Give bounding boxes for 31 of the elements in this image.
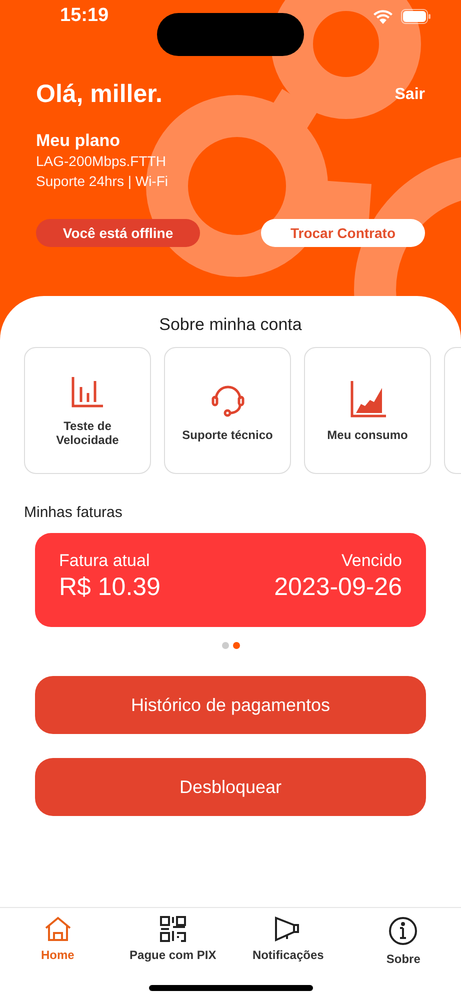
action-button[interactable]: Histórico de pagamentos bbox=[35, 676, 426, 734]
home-icon bbox=[44, 916, 71, 942]
page-dot[interactable] bbox=[222, 642, 228, 649]
qr-code-icon bbox=[160, 916, 186, 942]
section-title: Minhas faturas bbox=[24, 504, 124, 521]
status-time: 15:19 bbox=[60, 5, 109, 27]
invoice-card[interactable]: Fatura atual R$ 10.39 Vencido 2023-09-26 bbox=[35, 533, 426, 627]
action-button[interactable]: Desbloquear bbox=[35, 758, 426, 816]
invoice-label: Fatura atual bbox=[59, 551, 151, 571]
switch-contract-button[interactable]: Trocar Contrato bbox=[261, 219, 425, 247]
shortcut-tile[interactable]: Teste de Velocidade bbox=[24, 347, 151, 474]
area-chart-icon bbox=[350, 380, 386, 418]
offline-badge: Você está offline bbox=[36, 219, 200, 247]
tab-item[interactable]: Sobre bbox=[348, 916, 458, 1000]
invoice-date: 2023-09-26 bbox=[274, 573, 402, 602]
invoice-status: Vencido bbox=[340, 551, 402, 571]
tab-item[interactable]: Pague com PIX bbox=[118, 916, 228, 1000]
shortcut-tile[interactable]: Suporte técnico bbox=[164, 347, 291, 474]
greeting: Olá, miller. bbox=[36, 80, 162, 109]
info-icon bbox=[388, 916, 418, 946]
shortcut-tile[interactable]: Meu consumo bbox=[304, 347, 431, 474]
plan-detail: Suporte 24hrs | Wi-Fi bbox=[36, 172, 170, 191]
page-dot[interactable] bbox=[232, 642, 240, 649]
bar-chart-icon bbox=[70, 374, 104, 408]
wifi-icon bbox=[373, 8, 393, 24]
battery-icon bbox=[401, 8, 431, 24]
tab-item[interactable]: Notificações bbox=[233, 916, 344, 1000]
plan-detail: LAG-200Mbps.FTTH bbox=[36, 152, 167, 171]
section-title: Sobre minha conta bbox=[158, 315, 303, 335]
plan-title: Meu plano bbox=[36, 131, 122, 151]
invoice-amount: R$ 10.39 bbox=[59, 573, 160, 602]
